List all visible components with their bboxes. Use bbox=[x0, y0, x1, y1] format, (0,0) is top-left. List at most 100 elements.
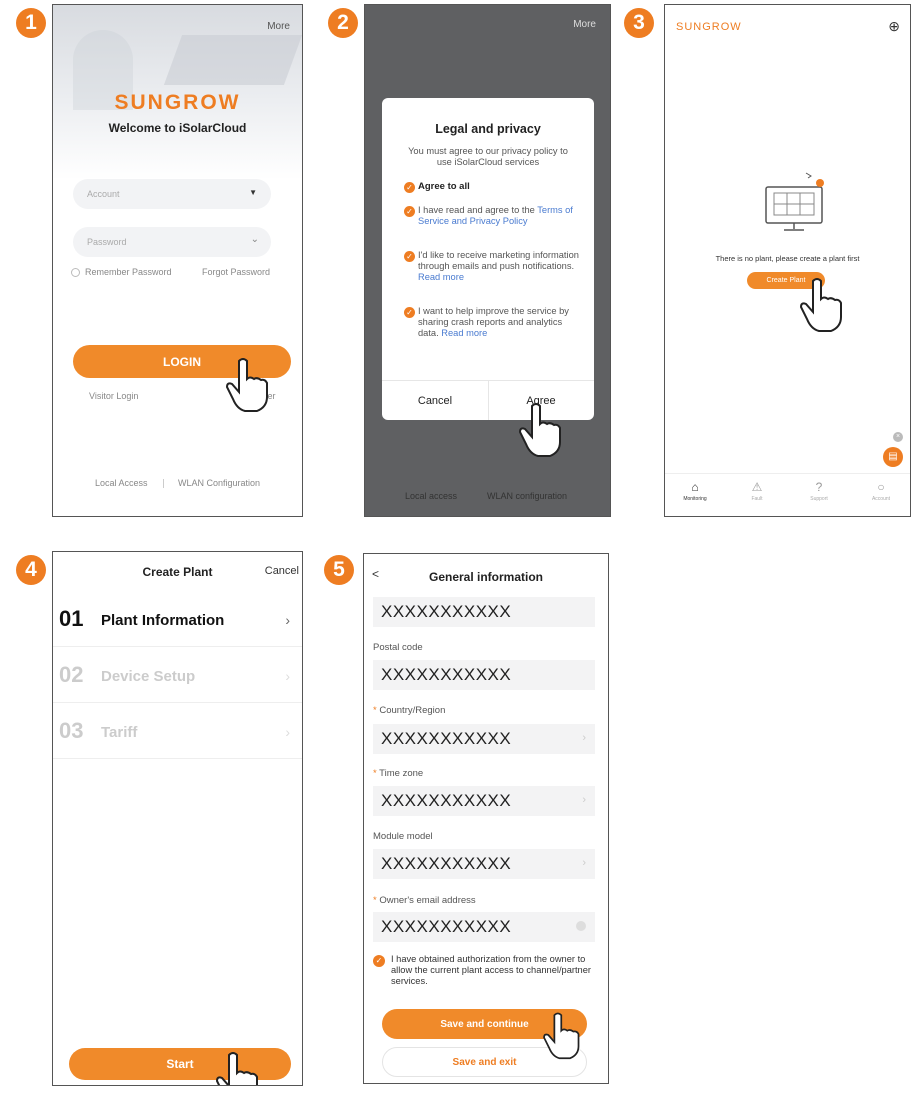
step-number: 02 bbox=[59, 662, 84, 687]
forgot-password-link[interactable]: Forgot Password bbox=[202, 267, 270, 277]
monitor-illustration bbox=[765, 172, 824, 231]
more-link: More bbox=[573, 19, 596, 30]
step-label: Tariff bbox=[101, 724, 138, 741]
chevron-right-icon: › bbox=[582, 794, 586, 806]
field-label: Owner's email address bbox=[379, 895, 476, 906]
step-row-device-setup[interactable]: 02 Device Setup › bbox=[53, 647, 302, 703]
field-label: Postal code bbox=[373, 642, 423, 653]
postal-code-label: Postal code bbox=[373, 642, 423, 653]
owner-email-input[interactable]: XXXXXXXXXXX bbox=[373, 912, 595, 942]
nav-label: Fault bbox=[751, 496, 763, 502]
field-value: XXXXXXXXXXX bbox=[381, 602, 512, 621]
footer-divider bbox=[163, 479, 164, 488]
cancel-link[interactable]: Cancel bbox=[265, 565, 299, 577]
help-icon: ? bbox=[815, 480, 823, 494]
analytics-checkbox[interactable]: ✓ bbox=[404, 307, 415, 318]
field-label: Module model bbox=[373, 831, 433, 842]
step-row-tariff[interactable]: 03 Tariff › bbox=[53, 703, 302, 759]
field-value: XXXXXXXXXXX bbox=[381, 665, 512, 684]
remember-password-label: Remember Password bbox=[85, 267, 172, 277]
remember-radio[interactable] bbox=[71, 268, 80, 277]
analytics-option: I want to help improve the service by sh… bbox=[418, 306, 583, 339]
marketing-text: I'd like to receive marketing informatio… bbox=[418, 250, 579, 271]
warning-icon: ⚠ bbox=[751, 480, 763, 494]
marketing-checkbox[interactable]: ✓ bbox=[404, 251, 415, 262]
add-plant-icon[interactable]: ⊕ bbox=[888, 18, 900, 35]
nav-label: Support bbox=[810, 496, 828, 502]
visitor-login-link[interactable]: Visitor Login bbox=[89, 391, 138, 401]
legal-dialog: Legal and privacy You must agree to our … bbox=[382, 98, 594, 420]
terms-checkbox[interactable]: ✓ bbox=[404, 206, 415, 217]
screen-general-info: < General information XXXXXXXXXXX Postal… bbox=[363, 553, 609, 1084]
nav-account[interactable]: ○ Account bbox=[855, 480, 907, 502]
eye-closed-icon[interactable]: ⌄ bbox=[251, 234, 259, 245]
field-value: XXXXXXXXXXX bbox=[381, 854, 512, 873]
chevron-right-icon: › bbox=[285, 724, 290, 740]
hand-pointer-icon bbox=[215, 1052, 258, 1085]
password-input[interactable]: Password ⌄ bbox=[73, 227, 271, 257]
local-access-link[interactable]: Local Access bbox=[95, 478, 148, 488]
dialog-intro: You must agree to our privacy policy to … bbox=[408, 146, 568, 167]
nav-monitoring[interactable]: ⌂ Monitoring bbox=[669, 480, 721, 502]
nav-label: Account bbox=[871, 496, 891, 502]
local-access-link: Local access bbox=[405, 491, 458, 501]
dialog-title: Legal and privacy bbox=[435, 122, 541, 136]
home-icon: ⌂ bbox=[691, 480, 699, 494]
account-input[interactable]: Account ▼ bbox=[73, 179, 271, 209]
password-placeholder: Password bbox=[87, 237, 127, 247]
module-model-select[interactable]: XXXXXXXXXXX › bbox=[373, 849, 595, 879]
field-value: XXXXXXXXXXX bbox=[381, 729, 512, 748]
clear-icon[interactable] bbox=[576, 921, 586, 931]
field-value: XXXXXXXXXXX bbox=[381, 917, 512, 936]
chevron-right-icon: › bbox=[285, 668, 290, 684]
wlan-config-link[interactable]: WLAN Configuration bbox=[178, 478, 260, 488]
floating-action-button[interactable]: ▤ bbox=[883, 447, 903, 467]
screen-login: More SUNGROW Welcome to iSolarCloud Acco… bbox=[52, 4, 303, 517]
step-label: Device Setup bbox=[101, 668, 196, 685]
more-link[interactable]: More bbox=[267, 21, 290, 32]
marketing-read-more[interactable]: Read more bbox=[418, 272, 464, 282]
address-field[interactable]: XXXXXXXXXXX bbox=[373, 597, 595, 627]
required-mark: * bbox=[373, 768, 377, 779]
time-zone-label: * Time zone bbox=[373, 768, 423, 779]
module-model-label: Module model bbox=[373, 831, 433, 842]
field-label: Country/Region bbox=[379, 705, 446, 716]
user-icon: ○ bbox=[877, 480, 885, 494]
agree-all-checkbox[interactable]: ✓ bbox=[404, 182, 415, 193]
bottom-nav: ⌂ Monitoring ⚠ Fault ? Support ○ Account bbox=[665, 473, 910, 516]
hand-pointer-icon bbox=[799, 278, 842, 332]
step-badge-5: 5 bbox=[324, 555, 354, 585]
step-badge-2: 2 bbox=[328, 8, 358, 38]
terms-text: I have read and agree to the bbox=[418, 205, 535, 215]
close-float-icon[interactable]: × bbox=[893, 432, 903, 442]
step-badge-4: 4 bbox=[16, 555, 46, 585]
step-number: 01 bbox=[59, 606, 84, 631]
chevron-right-icon: › bbox=[582, 732, 586, 744]
brand-logo: SUNGROW bbox=[114, 91, 241, 114]
hand-pointer-icon bbox=[225, 358, 268, 412]
time-zone-select[interactable]: XXXXXXXXXXX › bbox=[373, 786, 595, 816]
required-mark: * bbox=[373, 705, 377, 716]
nav-fault[interactable]: ⚠ Fault bbox=[731, 480, 783, 502]
step-row-plant-info[interactable]: 01 Plant Information › bbox=[53, 591, 302, 647]
owner-email-label: * Owner's email address bbox=[373, 895, 476, 906]
screen-legal: More Legal and privacy You must agree to… bbox=[364, 4, 611, 517]
welcome-title: Welcome to iSolarCloud bbox=[108, 121, 247, 135]
nav-support[interactable]: ? Support bbox=[793, 480, 845, 502]
chevron-right-icon: › bbox=[582, 857, 586, 869]
wlan-config-link: WLAN configuration bbox=[487, 491, 568, 501]
dropdown-icon[interactable]: ▼ bbox=[249, 188, 257, 197]
chevron-right-icon: › bbox=[285, 612, 290, 628]
empty-state-text: There is no plant, please create a plant… bbox=[715, 254, 860, 263]
analytics-read-more[interactable]: Read more bbox=[441, 328, 487, 338]
step-badge-1: 1 bbox=[16, 8, 46, 38]
screen-create-plant: Create Plant Cancel 01 Plant Information… bbox=[52, 551, 303, 1086]
cancel-button[interactable]: Cancel bbox=[382, 395, 488, 407]
agree-all-label: Agree to all bbox=[418, 181, 470, 192]
country-region-select[interactable]: XXXXXXXXXXX › bbox=[373, 724, 595, 754]
screen-no-plant: SUNGROW ⊕ There is no plant, please crea… bbox=[664, 4, 911, 517]
marketing-option: I'd like to receive marketing informatio… bbox=[418, 250, 583, 283]
step-number: 03 bbox=[59, 718, 84, 743]
authorization-checkbox[interactable]: ✓ bbox=[373, 955, 385, 967]
postal-code-field[interactable]: XXXXXXXXXXX bbox=[373, 660, 595, 690]
